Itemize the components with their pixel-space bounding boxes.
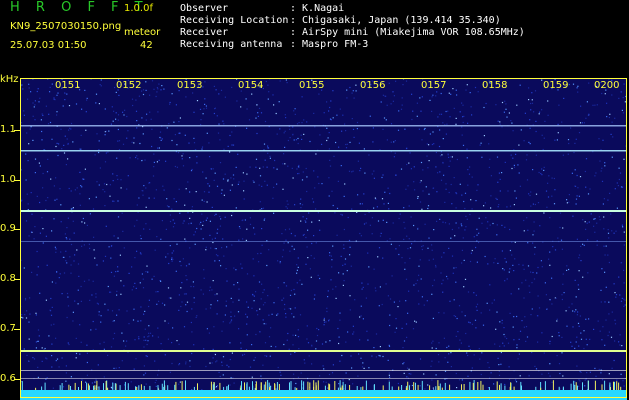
location-value: : Chigasaki, Japan (139.414 35.340) (290, 15, 501, 26)
receiver-value: : AirSpy mini (Miakejima VOR 108.65MHz) (290, 27, 525, 38)
x-tick-label: 0153 (177, 80, 203, 91)
receiver-label: Receiver (180, 27, 229, 38)
observer-value: : K.Nagai (290, 3, 345, 14)
y-axis-unit: kHz (0, 74, 19, 85)
x-tick-label: 0155 (299, 80, 325, 91)
x-tick-label: 0151 (55, 80, 81, 91)
mode-label: meteor (124, 27, 161, 38)
header-panel: H R O F F T 1.0.0f KN9_2507030150.png me… (0, 0, 629, 78)
x-tick-label: 0152 (116, 80, 142, 91)
x-tick-label: 0154 (238, 80, 264, 91)
version-label: 1.0.0f (124, 3, 153, 14)
x-tick-label: 0159 (543, 80, 569, 91)
location-label: Receiving Location (180, 15, 289, 26)
spectrogram-canvas (20, 78, 627, 400)
antenna-value: : Maspro FM-3 (290, 39, 369, 50)
x-tick-label: 0158 (482, 80, 508, 91)
spectrogram (20, 78, 627, 400)
filename-label: KN9_2507030150.png (10, 21, 122, 32)
timestamp-label: 25.07.03 01:50 (10, 40, 87, 51)
antenna-label: Receiving antenna (180, 39, 283, 50)
observer-label: Observer (180, 3, 229, 14)
x-tick-label: 0156 (360, 80, 386, 91)
x-tick-label: 0200 (594, 80, 620, 91)
count-label: 42 (140, 40, 153, 51)
x-tick-label: 0157 (421, 80, 447, 91)
